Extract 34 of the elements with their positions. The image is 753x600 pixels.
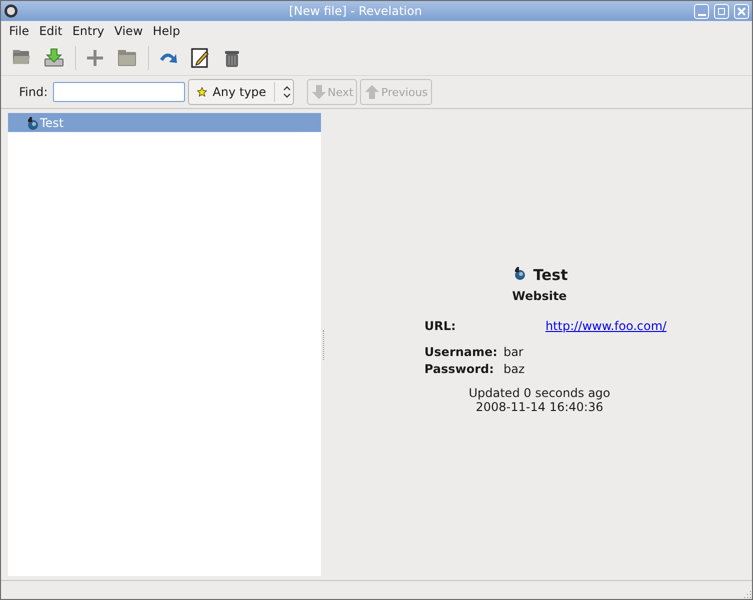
field-value: baz bbox=[503, 362, 526, 376]
menu-item[interactable]: View bbox=[110, 24, 147, 38]
field-label: URL: bbox=[424, 318, 457, 332]
maximize-button[interactable] bbox=[714, 4, 729, 18]
folder-icon[interactable] bbox=[116, 47, 138, 69]
notepad-icon[interactable] bbox=[189, 47, 211, 69]
url-link[interactable]: http://www.foo.com/ bbox=[545, 318, 667, 332]
minimize-icon bbox=[698, 14, 706, 16]
download-icon[interactable] bbox=[43, 47, 65, 69]
plus-icon[interactable] bbox=[84, 47, 106, 69]
minimize-button[interactable] bbox=[694, 4, 709, 18]
close-button[interactable] bbox=[734, 4, 749, 18]
window-title: [New file] - Revelation bbox=[288, 4, 423, 18]
menu-item[interactable]: Edit bbox=[35, 24, 66, 38]
updated-text: Updated 0 seconds ago 2008-11-14 16:40:36 bbox=[468, 386, 610, 414]
menu-item[interactable]: Help bbox=[148, 24, 184, 38]
entry-type: Website bbox=[512, 288, 567, 302]
menu-item[interactable]: File bbox=[5, 24, 34, 38]
app-icon[interactable] bbox=[4, 4, 18, 18]
field-label: Username: bbox=[424, 344, 498, 358]
find-field[interactable] bbox=[52, 82, 185, 102]
menu-item[interactable]: Entry bbox=[68, 24, 108, 38]
find-label: Find: bbox=[19, 85, 48, 99]
star-icon bbox=[196, 87, 207, 97]
field-label: Password: bbox=[424, 362, 495, 376]
maximize-icon bbox=[716, 6, 727, 16]
close-icon bbox=[736, 6, 747, 16]
up-arrow-icon bbox=[364, 84, 380, 100]
down-arrow-icon bbox=[310, 84, 327, 100]
field-value: bar bbox=[503, 344, 524, 358]
entry-name: Test bbox=[533, 266, 568, 284]
type-dropdown[interactable]: Any type bbox=[188, 79, 294, 105]
updown-arrows-icon bbox=[280, 85, 293, 99]
pane-handle[interactable] bbox=[322, 330, 326, 360]
